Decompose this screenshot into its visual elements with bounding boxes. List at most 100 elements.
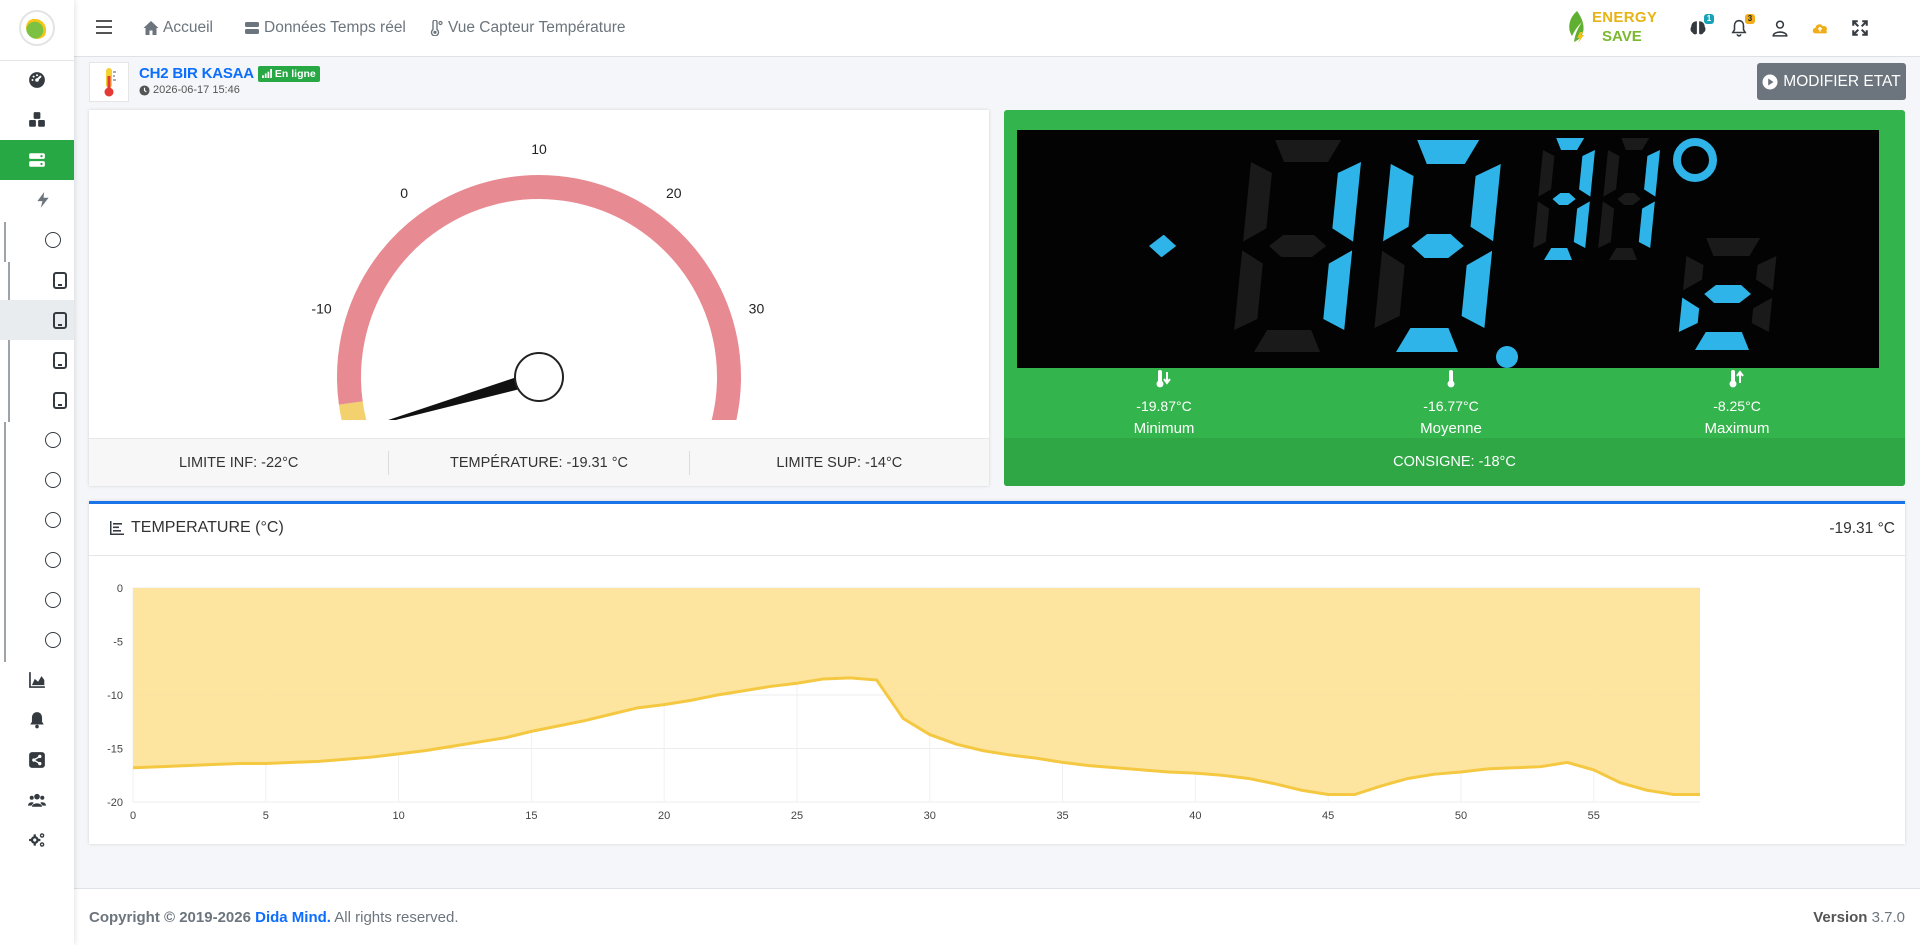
segment-f	[1383, 164, 1414, 242]
temperature-stats: -19.87°C Minimum -16.77°C Moyenne -8.25°…	[1004, 370, 1905, 440]
x-tick-label: 50	[1455, 810, 1467, 822]
stat-maximum-label: Maximum	[1704, 420, 1770, 437]
segment-a	[1275, 140, 1342, 162]
device-name[interactable]: CH2 BIR KASAA	[139, 65, 254, 82]
stat-minimum-value: -19.87°C	[1136, 398, 1192, 414]
thermometer-half-icon	[1447, 370, 1455, 388]
gauge-tick-label: -10	[311, 300, 331, 316]
thermometer-up-icon	[1729, 370, 1744, 388]
sidebar-subitem[interactable]	[0, 620, 74, 660]
lower-limit-text: LIMITE INF: -22°C	[89, 450, 390, 475]
segment-g	[1704, 285, 1751, 303]
sidebar-item-alerts[interactable]	[0, 700, 74, 740]
sidebar-subitem[interactable]	[0, 540, 74, 580]
circle-icon	[45, 472, 61, 488]
copyright: Copyright © 2019-2026 Dida Mind. All rig…	[89, 909, 459, 926]
segment-e	[1234, 250, 1263, 330]
x-tick-label: 55	[1588, 810, 1600, 822]
nav-link-sensor-view[interactable]: Vue Capteur Température	[428, 19, 626, 37]
notifications-button[interactable]: 3	[1728, 14, 1755, 39]
sidebar-item-cubes[interactable]	[0, 100, 74, 140]
line-chart-icon	[110, 521, 124, 535]
bell-icon	[30, 712, 44, 729]
fullscreen-button[interactable]	[1849, 17, 1871, 39]
sidebar-subitem-device[interactable]	[0, 340, 74, 380]
setpoint-text: CONSIGNE: -18°C	[1004, 438, 1905, 486]
nav-link-realtime[interactable]: Données Temps réel	[244, 19, 406, 37]
home-icon	[143, 21, 159, 35]
cloud-upload-icon	[1812, 24, 1828, 34]
device-datetime-row: 2026-06-17 15:46	[139, 84, 240, 96]
app-logo[interactable]	[19, 10, 55, 46]
y-tick-label: -20	[107, 797, 123, 809]
company-link[interactable]: Dida Mind.	[255, 909, 331, 926]
segment-f	[1682, 256, 1704, 291]
chart-current-value: -19.31 °C	[1829, 520, 1895, 537]
sidebar-item-settings[interactable]	[0, 820, 74, 860]
sidebar-subitem[interactable]	[0, 500, 74, 540]
sidebar-item-users[interactable]	[0, 780, 74, 820]
segment-f	[1538, 150, 1555, 197]
upper-limit-text: LIMITE SUP: -14°C	[776, 454, 903, 471]
sidebar-subitem-device[interactable]	[0, 380, 74, 420]
circle-icon	[45, 512, 61, 528]
status-badge: En ligne	[257, 65, 320, 82]
segment-a	[1417, 140, 1480, 164]
segment-c	[1573, 201, 1590, 248]
stat-average-value: -16.77°C	[1423, 398, 1479, 414]
sidebar-subitem[interactable]	[0, 460, 74, 500]
stat-minimum-label: Minimum	[1133, 420, 1195, 437]
tablet-icon	[53, 351, 67, 369]
modify-state-button[interactable]: MODIFIER ETAT	[1757, 63, 1906, 100]
sidebar-item-energy[interactable]	[0, 180, 74, 220]
segment-d	[1254, 330, 1320, 352]
segment-e	[1678, 297, 1700, 332]
brand-line-energy: ENERGY	[1592, 9, 1658, 26]
display-sign-digit	[1149, 235, 1177, 257]
segment-g	[1552, 193, 1576, 205]
expand-icon	[1852, 20, 1868, 36]
brain-notifications-button[interactable]: 1	[1687, 14, 1714, 39]
sidebar-subitem-device[interactable]	[0, 260, 74, 300]
sidebar-item-realtime-data[interactable]	[0, 140, 74, 180]
segment-d	[1695, 332, 1749, 350]
sidebar-item-charts[interactable]	[0, 660, 74, 700]
x-tick-label: 0	[130, 810, 136, 822]
nav-link-home[interactable]: Accueil	[143, 19, 213, 37]
modify-state-label: MODIFIER ETAT	[1783, 72, 1901, 90]
sidebar-subitem-device-active[interactable]	[0, 300, 74, 340]
sidebar-item-share[interactable]	[0, 740, 74, 780]
user-profile-button[interactable]	[1769, 17, 1791, 39]
x-tick-label: 15	[525, 810, 537, 822]
digital-display-card: -19.87°C Minimum -16.77°C Moyenne -8.25°…	[1004, 110, 1905, 486]
cogs-icon	[29, 833, 45, 847]
play-circle-icon	[1762, 74, 1778, 89]
x-tick-label: 20	[658, 810, 670, 822]
sidebar-item-dashboard[interactable]	[0, 60, 74, 100]
chart-title-row: TEMPERATURE (°C)	[109, 519, 284, 537]
nav-link-realtime-label: Données Temps réel	[264, 19, 406, 36]
cloud-sync-button[interactable]	[1809, 17, 1831, 39]
area-chart-icon	[29, 672, 45, 688]
y-tick-label: -15	[107, 744, 123, 756]
sidebar-subitem[interactable]	[0, 220, 74, 260]
segment-f	[1603, 150, 1620, 197]
circle-icon	[45, 432, 61, 448]
user-icon	[1772, 20, 1788, 37]
circle-icon	[45, 552, 61, 568]
stat-average-label: Moyenne	[1420, 420, 1482, 437]
sidebar-subitem[interactable]	[0, 580, 74, 620]
segment-d	[1396, 328, 1458, 352]
gauge-card: -30-20-1001020304050 LIMITE INF: -22°C T…	[89, 110, 989, 486]
energy-save-logo[interactable]: ENERGY SAVE	[1562, 6, 1668, 50]
hamburger-menu-icon[interactable]	[96, 20, 112, 36]
sidebar-subitem[interactable]	[0, 420, 74, 460]
x-tick-label: 25	[791, 810, 803, 822]
server-icon	[29, 153, 45, 167]
segment-a	[1621, 138, 1650, 150]
segment-c	[1638, 201, 1655, 248]
display-decimal-point	[1496, 346, 1518, 368]
segment-b	[1756, 256, 1777, 291]
sidebar	[0, 0, 74, 945]
brand-line-save: SAVE	[1602, 28, 1642, 45]
